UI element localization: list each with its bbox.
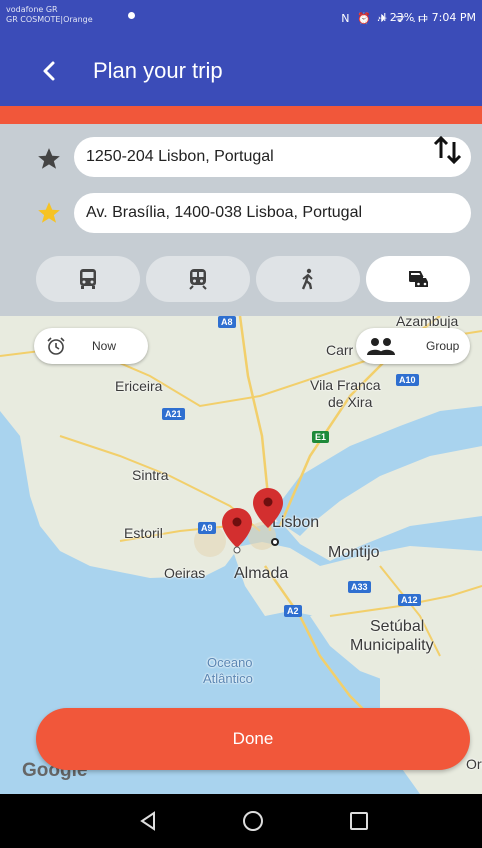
carrier-line-1: vodafone GR [6, 5, 58, 14]
status-right: .ıl 23% ▭ 7:04 PM [377, 11, 476, 24]
place-atlantico: Atlântico [203, 671, 253, 686]
road-a8: A8 [218, 316, 236, 328]
place-ort: Ort [466, 756, 482, 772]
done-button[interactable]: Done [36, 708, 470, 770]
mode-train[interactable] [146, 256, 250, 302]
recents-square-icon[interactable] [346, 808, 372, 834]
mode-car-share[interactable] [366, 256, 470, 302]
transport-mode-selector [36, 256, 470, 302]
destination-field[interactable]: Av. Brasília, 1400-038 Lisboa, Portugal [74, 193, 471, 233]
page-title: Plan your trip [93, 58, 223, 83]
place-oceano: Oceano [207, 655, 253, 670]
road-a10: A10 [396, 374, 419, 386]
road-a21: A21 [162, 408, 185, 420]
place-oeiras: Oeiras [164, 565, 206, 581]
road-a9: A9 [198, 522, 216, 534]
origin-field[interactable]: 1250-204 Lisbon, Portugal [74, 137, 471, 177]
destination-star-icon [38, 202, 60, 223]
place-almada: Almada [234, 565, 289, 582]
place-municipality: Municipality [350, 637, 434, 654]
place-sintra: Sintra [132, 467, 169, 483]
swap-icon[interactable] [430, 132, 464, 166]
place-ericeira: Ericeira [115, 378, 163, 394]
mode-bus[interactable] [36, 256, 140, 302]
chevron-left-icon [43, 61, 55, 81]
time-chip-label: Now [92, 339, 117, 353]
mode-walk[interactable] [256, 256, 360, 302]
group-chip[interactable]: Group [356, 328, 470, 364]
group-chip-label: Group [426, 339, 460, 353]
clock: 7:04 PM [431, 11, 476, 24]
app-bar: Plan your trip [0, 36, 482, 106]
road-a33: A33 [348, 581, 371, 593]
place-de-xira: de Xira [328, 394, 373, 410]
origin-pin-icon[interactable] [250, 486, 286, 534]
car-share-icon [409, 271, 428, 287]
place-estoril: Estoril [124, 525, 163, 541]
carrier-line-2: GR COSMOTE|Orange [6, 15, 93, 24]
walk-icon [301, 268, 313, 290]
road-a12: A12 [398, 594, 421, 606]
system-nav-bar [0, 794, 482, 848]
place-carr: Carr [326, 342, 354, 358]
back-button[interactable] [34, 54, 64, 88]
group-icon [367, 338, 395, 355]
train-icon [189, 269, 207, 290]
origin-star-icon [38, 148, 60, 169]
road-a2: A2 [284, 605, 302, 617]
home-circle-icon[interactable] [240, 808, 266, 834]
place-setubal: Setúbal [370, 618, 425, 635]
notification-dot-icon [128, 12, 135, 19]
battery-level: .ıl 23% [376, 11, 415, 24]
place-montijo: Montijo [328, 544, 380, 561]
back-triangle-icon[interactable] [136, 808, 162, 834]
accent-strip [0, 106, 482, 124]
alarm-clock-icon [47, 337, 65, 355]
departure-time-chip[interactable]: Now [34, 328, 148, 364]
battery-icon: ▭ [417, 11, 429, 24]
place-vila-franca: Vila Franca [310, 377, 381, 393]
status-bar: vodafone GR GR COSMOTE|Orange N ⏰ ✈ ᯤ .ı… [0, 0, 482, 36]
carrier-info: vodafone GR GR COSMOTE|Orange [6, 5, 93, 25]
bus-icon [80, 269, 96, 289]
road-e1: E1 [312, 431, 330, 443]
